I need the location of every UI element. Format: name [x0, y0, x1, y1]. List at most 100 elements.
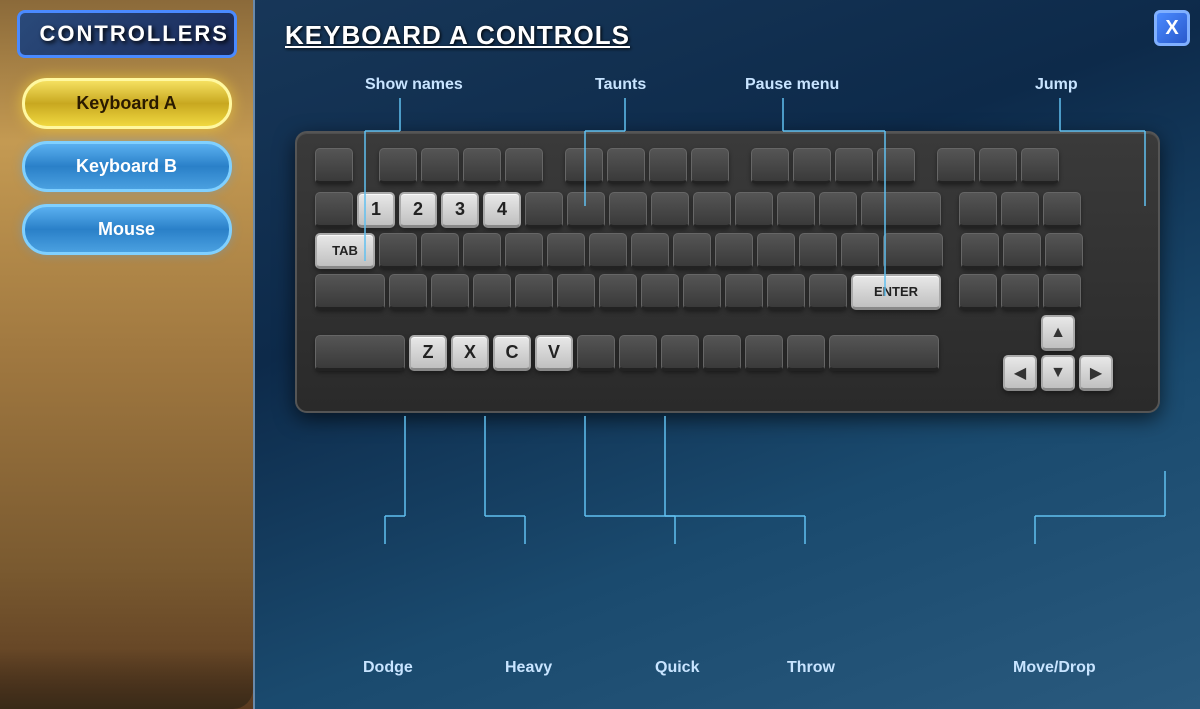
key-t	[547, 233, 585, 269]
key-lshift	[315, 335, 405, 371]
key-n	[619, 335, 657, 371]
key-u	[631, 233, 669, 269]
key-lbracket	[799, 233, 837, 269]
key-tab: TAB	[315, 233, 375, 269]
key-7	[609, 192, 647, 228]
key-l	[725, 274, 763, 310]
key-rbracket	[841, 233, 879, 269]
key-brk	[1021, 148, 1059, 184]
key-slash	[787, 335, 825, 371]
key-y	[589, 233, 627, 269]
label-taunts: Taunts	[595, 76, 646, 94]
key-semi	[767, 274, 805, 310]
key-2: 2	[399, 192, 437, 228]
key-c: C	[493, 335, 531, 371]
key-backtick	[315, 192, 353, 228]
key-1: 1	[357, 192, 395, 228]
key-f9	[751, 148, 789, 184]
keyboard: 1 2 3 4	[295, 131, 1160, 413]
key-right2	[1001, 274, 1039, 310]
key-h	[599, 274, 637, 310]
key-x: X	[451, 335, 489, 371]
key-k	[683, 274, 721, 310]
main-content: X KEYBOARD A CONTROLS Show names Taunts …	[255, 0, 1200, 709]
key-f11	[835, 148, 873, 184]
key-e	[463, 233, 501, 269]
label-heavy: Heavy	[505, 659, 552, 677]
key-z: Z	[409, 335, 447, 371]
key-s	[431, 274, 469, 310]
key-pd	[1045, 233, 1083, 269]
key-comma	[703, 335, 741, 371]
key-f4	[505, 148, 543, 184]
label-pause-menu: Pause menu	[745, 76, 839, 94]
key-o	[715, 233, 753, 269]
key-f6	[607, 148, 645, 184]
key-f	[515, 274, 553, 310]
key-backspace	[861, 192, 941, 228]
close-button[interactable]: X	[1154, 10, 1190, 46]
label-move-drop: Move/Drop	[1013, 659, 1096, 677]
key-j	[641, 274, 679, 310]
key-a	[389, 274, 427, 310]
key-up: ▲	[1041, 315, 1075, 351]
keyboard-section: Show names Taunts Pause menu Jump	[285, 76, 1170, 689]
arrow-cluster: ▲ ◀ ▼ ▶	[1003, 315, 1113, 391]
key-left: ◀	[1003, 355, 1037, 391]
key-3: 3	[441, 192, 479, 228]
key-q	[379, 233, 417, 269]
key-f5	[565, 148, 603, 184]
key-6	[567, 192, 605, 228]
key-right1	[959, 274, 997, 310]
page-title: KEYBOARD A CONTROLS	[285, 20, 1170, 51]
key-f10	[793, 148, 831, 184]
key-i	[673, 233, 711, 269]
key-scr	[979, 148, 1017, 184]
top-labels: Show names Taunts Pause menu Jump	[285, 76, 1170, 126]
key-pu	[1043, 192, 1081, 228]
main-container: CONTROLLERS Keyboard A Keyboard B Mouse …	[0, 0, 1200, 709]
keyboard-display: 1 2 3 4	[295, 131, 1160, 413]
key-8	[651, 192, 689, 228]
key-v: V	[535, 335, 573, 371]
row-top	[315, 148, 1140, 184]
label-dodge: Dodge	[363, 659, 413, 677]
key-f7	[649, 148, 687, 184]
key-m	[661, 335, 699, 371]
key-esc	[315, 148, 353, 184]
keyboard-a-button[interactable]: Keyboard A	[22, 78, 232, 129]
row-tab: TAB	[315, 233, 1140, 269]
key-equals	[819, 192, 857, 228]
key-right3	[1043, 274, 1081, 310]
key-f2	[421, 148, 459, 184]
label-jump: Jump	[1035, 76, 1078, 94]
row-numbers: 1 2 3 4	[315, 192, 1140, 228]
key-period	[745, 335, 783, 371]
key-f12	[877, 148, 915, 184]
key-f8	[691, 148, 729, 184]
key-ins	[959, 192, 997, 228]
label-throw: Throw	[787, 659, 835, 677]
key-del	[961, 233, 999, 269]
key-end	[1003, 233, 1041, 269]
key-backslash	[883, 233, 943, 269]
sidebar: CONTROLLERS Keyboard A Keyboard B Mouse	[0, 0, 255, 709]
label-quick: Quick	[655, 659, 699, 677]
label-show-names: Show names	[365, 76, 463, 94]
keyboard-b-button[interactable]: Keyboard B	[22, 141, 232, 192]
bottom-labels: Dodge Heavy Quick Throw Move/Drop	[295, 654, 1180, 694]
key-g	[557, 274, 595, 310]
key-right: ▶	[1079, 355, 1113, 391]
key-0	[735, 192, 773, 228]
sidebar-title-box: CONTROLLERS	[17, 10, 237, 58]
key-hm	[1001, 192, 1039, 228]
mouse-button[interactable]: Mouse	[22, 204, 232, 255]
key-enter: ENTER	[851, 274, 941, 310]
row-shift: Z X C V	[315, 315, 1140, 391]
key-b	[577, 335, 615, 371]
key-quote	[809, 274, 847, 310]
key-d	[473, 274, 511, 310]
key-minus	[777, 192, 815, 228]
key-9	[693, 192, 731, 228]
key-f1	[379, 148, 417, 184]
